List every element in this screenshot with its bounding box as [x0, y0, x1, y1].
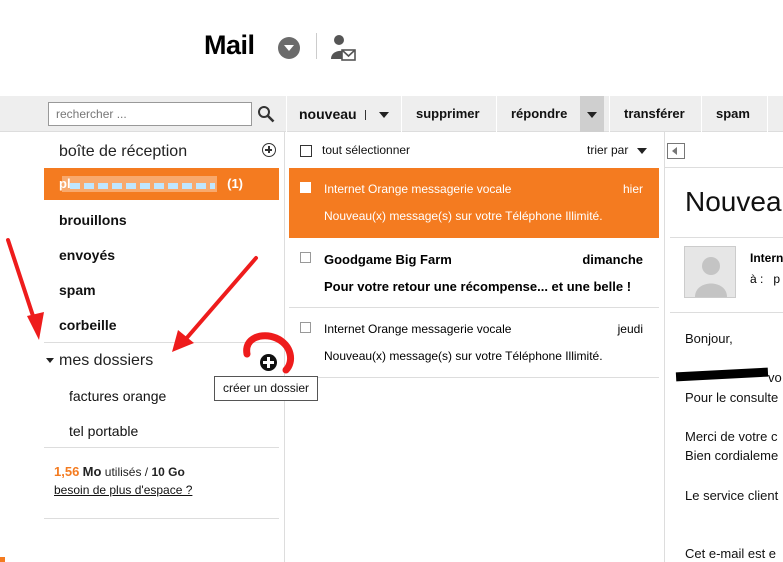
email-subject-title: Nouvea	[685, 186, 782, 217]
message-sender: Internet Orange messagerie vocale	[324, 182, 512, 196]
message-checkbox[interactable]	[300, 182, 311, 193]
email-body-line: Merci de votre c	[685, 429, 778, 444]
create-folder-tooltip: créer un dossier	[214, 376, 319, 401]
app-title: Mail	[204, 30, 255, 60]
sidebar-item-account[interactable]: pl (1)	[44, 168, 279, 200]
inbox-heading[interactable]: boîte de réception	[59, 143, 187, 161]
reading-divider	[665, 167, 783, 168]
reply-options-caret[interactable]	[580, 96, 604, 132]
accent-marker	[0, 557, 5, 562]
account-label: pl	[59, 176, 71, 191]
more-space-link[interactable]: besoin de plus d'espace ?	[54, 483, 192, 497]
create-folder-button[interactable]	[260, 354, 277, 371]
person-icon	[695, 257, 727, 297]
delete-button[interactable]: supprimer	[401, 96, 494, 132]
sidebar-item-factures-orange[interactable]: factures orange	[69, 388, 166, 404]
search-input[interactable]	[48, 102, 252, 126]
user-mail-icon[interactable]	[329, 33, 357, 63]
reading-divider	[670, 312, 783, 313]
new-options-caret[interactable]	[372, 96, 396, 132]
message-list: tout sélectionner trier par Internet Ora…	[285, 132, 664, 562]
storage-total: 10 Go	[151, 465, 185, 479]
chevron-down-circle-icon[interactable]	[278, 37, 300, 59]
sidebar-item-trash[interactable]: corbeille	[59, 317, 117, 333]
storage-unit: Mo	[82, 464, 102, 479]
sidebar-item-spam[interactable]: spam	[59, 282, 96, 298]
collapse-panel-icon[interactable]	[667, 143, 685, 159]
sidebar-divider	[44, 518, 279, 519]
spam-button[interactable]: spam	[701, 96, 764, 132]
red-arrow-left	[6, 238, 37, 324]
message-row[interactable]: Internet Orange messagerie vocale jeudi …	[289, 308, 659, 378]
message-date: jeudi	[617, 322, 643, 336]
forward-button[interactable]: transférer	[609, 96, 699, 132]
to-value: p	[773, 272, 781, 286]
message-row[interactable]: Goodgame Big Farm dimanche Pour votre re…	[289, 238, 659, 308]
message-sender: Goodgame Big Farm	[324, 252, 452, 267]
sidebar: boîte de réception pl (1) brouillons env…	[44, 132, 319, 562]
triangle-down-icon	[46, 358, 54, 364]
to-label: à :	[750, 272, 764, 286]
sidebar-divider	[44, 447, 279, 448]
email-body-line: Cet e-mail est e	[685, 546, 777, 561]
red-arrow-left-head	[27, 312, 44, 340]
list-border	[664, 132, 665, 562]
chevron-down-icon[interactable]	[637, 148, 647, 154]
email-body-line: Bonjour,	[685, 331, 733, 346]
more-toolbar-button[interactable]	[767, 96, 783, 132]
search-icon[interactable]	[257, 105, 275, 123]
email-body-line: Le service client	[685, 488, 779, 503]
avatar	[684, 246, 736, 298]
header-divider	[316, 33, 317, 59]
email-body-line: vo	[768, 370, 782, 385]
sidebar-divider	[44, 342, 279, 343]
sidebar-item-sent[interactable]: envoyés	[59, 247, 115, 263]
message-date: dimanche	[582, 252, 643, 267]
sidebar-item-tel-portable[interactable]: tel portable	[69, 423, 138, 439]
new-button[interactable]: nouveau	[286, 96, 386, 132]
message-date: hier	[622, 182, 643, 196]
redaction-mark	[675, 367, 769, 382]
my-folders-label: mes dossiers	[59, 352, 154, 369]
message-checkbox[interactable]	[300, 322, 311, 333]
reading-divider	[670, 237, 783, 238]
storage-usage: 1,56 Mo utilisés / 10 Go	[54, 464, 185, 479]
reply-button[interactable]: répondre	[496, 96, 581, 132]
my-folders-toggle[interactable]: mes dossiers	[46, 352, 153, 370]
storage-used-label: utilisés /	[104, 465, 149, 479]
add-account-icon[interactable]	[262, 143, 276, 157]
sidebar-item-drafts[interactable]: brouillons	[59, 212, 127, 228]
message-subject: Nouveau(x) message(s) sur votre Téléphon…	[324, 209, 603, 223]
email-body-line: Bien cordialeme	[685, 448, 779, 463]
message-checkbox[interactable]	[300, 252, 311, 263]
message-row[interactable]: Internet Orange messagerie vocale hier N…	[289, 168, 659, 238]
email-body-line: Pour le consulte	[685, 390, 779, 405]
row-divider	[289, 377, 659, 378]
email-recipient: à : p	[750, 272, 780, 286]
unread-count-badge: (1)	[227, 176, 243, 191]
storage-used: 1,56	[54, 464, 80, 479]
select-all-label[interactable]: tout sélectionner	[322, 143, 410, 157]
message-subject: Nouveau(x) message(s) sur votre Téléphon…	[324, 349, 603, 363]
select-all-checkbox[interactable]	[300, 145, 312, 157]
new-button-label: nouveau	[299, 106, 357, 122]
message-sender: Internet Orange messagerie vocale	[324, 322, 512, 336]
message-subject: Pour votre retour une récompense... et u…	[324, 279, 632, 294]
sort-dropdown[interactable]: trier par	[587, 143, 628, 157]
email-sender: Intern	[750, 251, 783, 265]
toolbar: nouveau supprimer répondre transférer sp…	[0, 96, 783, 132]
